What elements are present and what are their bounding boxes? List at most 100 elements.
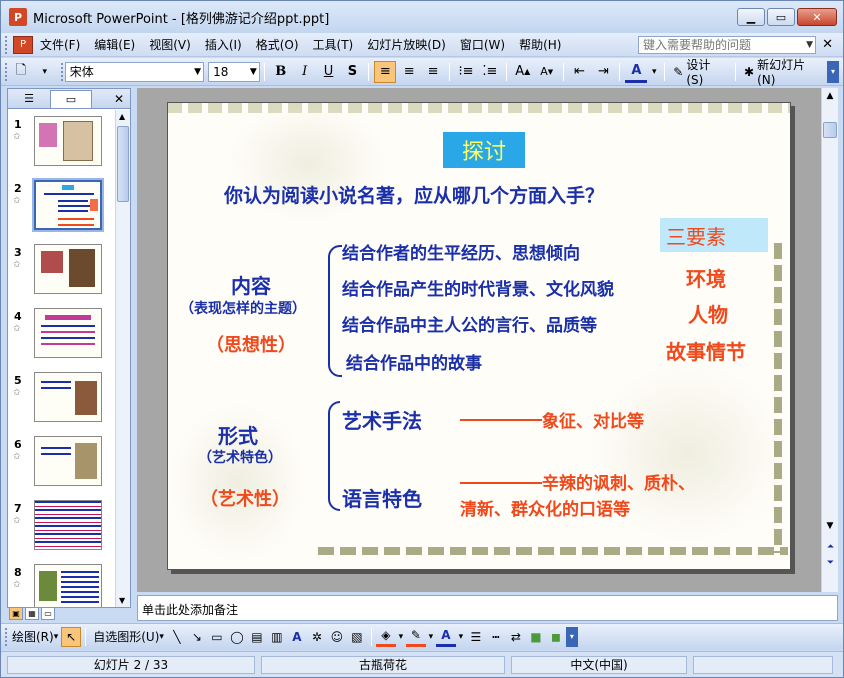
close-button[interactable]: ✕ [797,8,837,26]
slide-question[interactable]: 你认为阅读小说名著，应从哪几个方面入手？ [224,181,604,208]
picture-icon[interactable]: ▧ [347,627,367,647]
diagram-icon[interactable]: ✲ [307,627,327,647]
rectangle-icon[interactable]: ▭ [207,627,227,647]
new-slide-button[interactable]: ✱ 新幻灯片(N) [740,56,827,87]
form-tag[interactable]: （艺术性） [200,485,290,511]
thumbnail-item[interactable]: 2 ✩ [8,174,116,238]
content-item[interactable]: 结合作品中主人公的言行、品质等 [342,311,597,336]
menu-grip[interactable] [5,35,9,54]
menu-view[interactable]: 视图(V) [142,36,198,53]
content-item[interactable]: 结合作品中的故事 [346,349,482,374]
align-right-icon[interactable]: ≡ [422,61,444,83]
textbox-icon[interactable]: ▤ [247,627,267,647]
form-sublabel[interactable]: （艺术特色） [198,447,282,467]
slide-thumbnail[interactable] [34,436,102,486]
thumbnail-item[interactable]: 7 ✩ [8,494,116,558]
bold-icon[interactable]: B [270,61,292,83]
wordart-icon[interactable]: A [287,627,307,647]
draw-menu[interactable]: 绘图(R) ▾ [9,628,61,645]
slide-title[interactable]: 探讨 [443,132,525,168]
powerpoint-icon[interactable]: P [9,8,27,26]
font-name-select[interactable]: 宋体 ▼ [64,61,205,82]
menu-slideshow[interactable]: 幻灯片放映(D) [360,36,453,53]
element-environment[interactable]: 环境 [686,263,726,292]
notes-pane[interactable]: 单击此处添加备注 [137,595,838,621]
slide-thumbnail[interactable] [34,308,102,358]
slide-thumbnail-selected[interactable] [32,178,104,232]
align-center-icon[interactable]: ≡ [398,61,420,83]
numbered-list-icon[interactable]: ⁝≡ [455,61,477,83]
content-item[interactable]: 结合作品产生的时代背景、文化风貌 [342,275,614,300]
autoshapes-menu[interactable]: 自选图形(U) ▾ [90,628,167,645]
fill-color-icon[interactable]: ◈ [375,627,396,647]
shadow-style-icon[interactable]: ■ [526,627,546,647]
menu-help[interactable]: 帮助(H) [512,36,568,53]
menu-file[interactable]: 文件(F) [33,36,87,53]
arrow-icon[interactable]: ↘ [187,627,207,647]
thumbnail-scrollbar[interactable]: ▲ ▼ [115,110,130,607]
element-character[interactable]: 人物 [688,299,728,328]
slide-thumbnail[interactable] [34,372,102,422]
line-color-icon[interactable]: ✎ [405,627,426,647]
vertical-textbox-icon[interactable]: ▥ [267,627,287,647]
underline-icon[interactable]: U [318,61,340,83]
font-color-icon[interactable]: A [435,627,456,647]
clipart-icon[interactable]: ☺ [327,627,347,647]
document-close-icon[interactable]: ✕ [822,37,833,52]
scroll-down-icon[interactable]: ▼ [822,518,838,534]
panel-close-icon[interactable]: ✕ [114,92,124,106]
form-item-language[interactable]: 语言特色 [342,483,422,512]
slideshow-view-icon[interactable]: ▭ [41,607,55,620]
chevron-down-icon[interactable]: ▼ [194,63,201,81]
form-item-technique-detail[interactable]: 象征、对比等 [542,407,644,432]
help-search-input[interactable]: 键入需要帮助的问题 ▼ [638,36,816,54]
bulleted-list-icon[interactable]: ⁚≡ [479,61,501,83]
content-sublabel[interactable]: （表现怎样的主题） [180,298,306,318]
next-slide-icon[interactable]: ⏷ [824,556,837,570]
line-icon[interactable]: ╲ [167,627,187,647]
chevron-down-icon[interactable]: ▾ [649,61,659,83]
menu-window[interactable]: 窗口(W) [453,36,512,53]
element-plot[interactable]: 故事情节 [666,336,746,365]
slide-thumbnail[interactable] [34,244,102,294]
scroll-down-icon[interactable]: ▼ [119,596,125,605]
menu-edit[interactable]: 编辑(E) [87,36,142,53]
slide-thumbnail[interactable] [34,116,102,166]
line-style-icon[interactable]: ☰ [466,627,486,647]
chevron-down-icon[interactable]: ▾ [456,627,466,647]
slide-thumbnail[interactable] [34,500,102,550]
thumbnail-item[interactable]: 3 ✩ [8,238,116,302]
decrease-font-icon[interactable]: A ▼ [536,61,558,83]
slide-thumbnail[interactable] [34,564,102,607]
shadow-icon[interactable]: S [342,61,364,83]
normal-view-icon[interactable]: ▣ [9,607,23,620]
form-item-language-detail-1[interactable]: 辛辣的讽刺、质朴、 [542,469,695,494]
current-slide[interactable]: 探讨 你认为阅读小说名著，应从哪几个方面入手？ 内容 （表现怎样的主题） （思想… [167,102,791,570]
form-item-language-detail-2[interactable]: 清新、群众化的口语等 [460,495,630,520]
increase-font-icon[interactable]: A ▲ [512,61,534,83]
content-tag[interactable]: （思想性） [206,331,296,357]
thumbnail-item[interactable]: 4 ✩ [8,302,116,366]
chevron-down-icon[interactable]: ▼ [250,63,257,81]
content-label[interactable]: 内容 [231,270,271,299]
three-elements-box[interactable]: 三要素 [660,218,768,252]
3d-style-icon[interactable]: ◼ [546,627,566,647]
dash-style-icon[interactable]: ┅ [486,627,506,647]
previous-slide-icon[interactable]: ⏶ [824,540,837,554]
chevron-down-icon[interactable]: ▼ [806,37,813,53]
toolbar-grip[interactable] [5,62,9,81]
scroll-up-icon[interactable]: ▲ [822,88,838,104]
increase-indent-icon[interactable]: ⇥ [593,61,615,83]
chevron-down-icon[interactable]: ▾ [426,627,436,647]
scrollbar-thumb[interactable] [823,122,837,138]
font-color-icon[interactable]: A [625,61,648,83]
thumbnail-item[interactable]: 5 ✩ [8,366,116,430]
toolbar-options-icon[interactable]: ▾ [565,626,578,647]
select-pointer-icon[interactable]: ↖ [61,626,82,647]
toolbar-options-icon[interactable]: ▾ [34,61,56,83]
form-item-technique[interactable]: 艺术手法 [342,405,422,434]
document-icon[interactable]: P [13,35,33,54]
thumbnail-item[interactable]: 1 ✩ [8,110,116,174]
scroll-up-icon[interactable]: ▲ [119,112,125,121]
decrease-indent-icon[interactable]: ⇤ [569,61,591,83]
